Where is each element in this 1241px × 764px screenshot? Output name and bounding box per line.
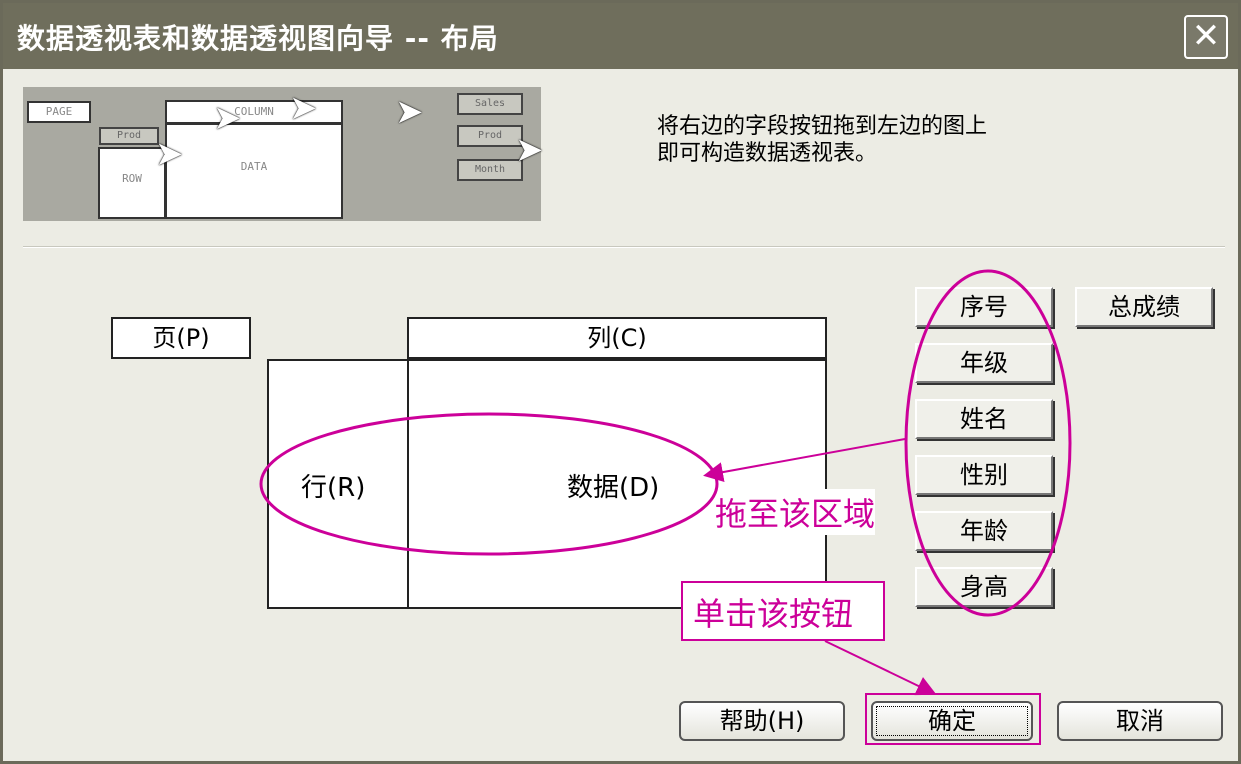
click-arrow [824, 640, 937, 696]
drag-arrow [703, 438, 906, 482]
pivot-wizard-dialog: 数据透视表和数据透视图向导 -- 布局 ✕ PAGE COLUMN ROW DA… [0, 0, 1241, 764]
fields-highlight-ellipse [904, 269, 1072, 617]
annotation-overlay [259, 269, 1072, 696]
drop-area-highlight-ellipse [259, 412, 719, 556]
